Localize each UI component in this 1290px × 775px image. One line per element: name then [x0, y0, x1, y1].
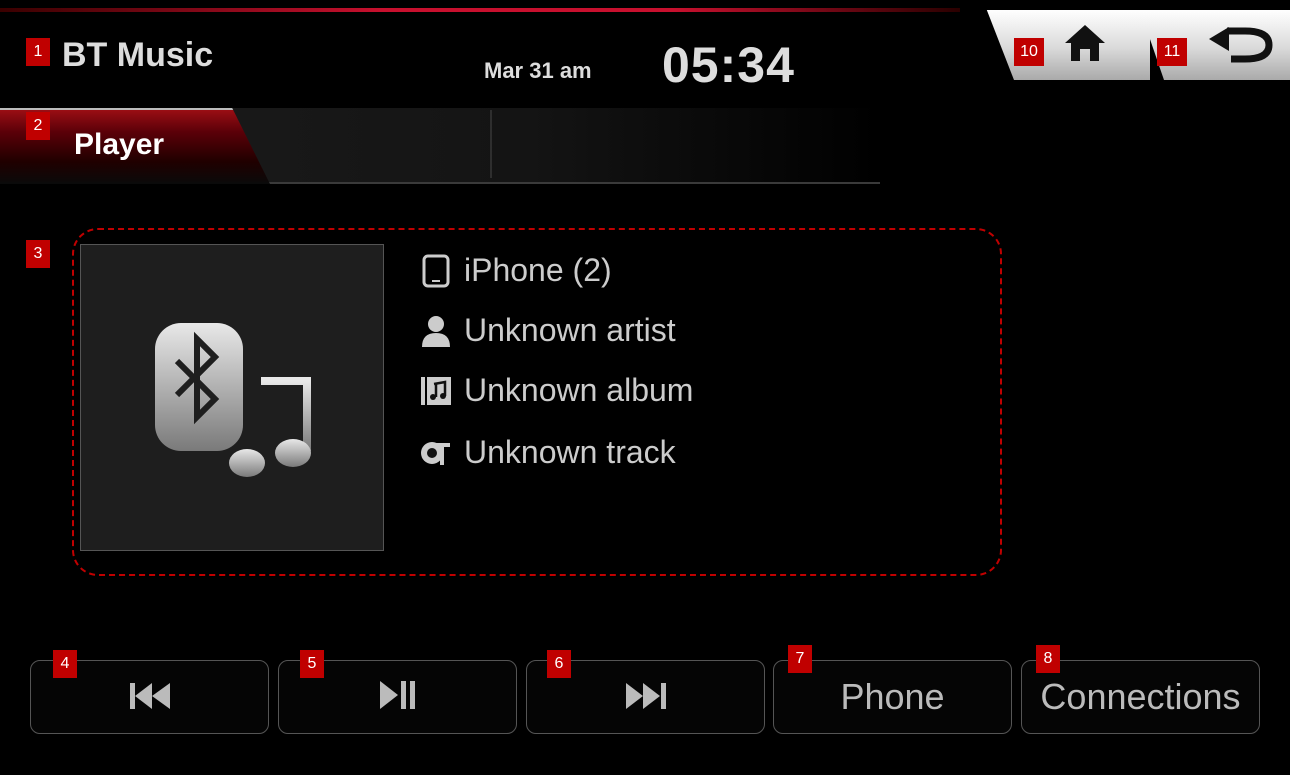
album-icon [420, 374, 452, 408]
home-icon [1063, 23, 1107, 68]
annotation-badge-3: 3 [26, 240, 50, 268]
clock: 05:34 [662, 37, 795, 93]
app-title: BT Music [62, 36, 214, 74]
album-name: Unknown album [464, 372, 694, 408]
annotation-badge-10: 10 [1014, 38, 1044, 66]
play-pause-icon [379, 676, 416, 718]
home-button[interactable] [986, 10, 1150, 80]
annotation-badge-11: 11 [1157, 38, 1187, 66]
person-icon [420, 314, 452, 348]
annotation-badge-8: 8 [1036, 645, 1060, 673]
phone-button-label: Phone [840, 676, 945, 717]
device-name: iPhone (2) [464, 252, 612, 288]
tab-divider [490, 110, 492, 178]
tablet-icon [420, 254, 452, 288]
artist-row: Unknown artist [420, 312, 676, 349]
track-title-icon [420, 436, 452, 470]
annotation-badge-1: 1 [26, 38, 50, 66]
back-arrow-icon [1205, 23, 1275, 68]
header-accent-line [0, 8, 960, 12]
annotation-badge-4: 4 [53, 650, 77, 678]
album-art [80, 244, 384, 551]
track-name: Unknown track [464, 434, 676, 470]
date-label: Mar 31 am [484, 58, 592, 83]
tab-player-label: Player [74, 128, 165, 161]
device-row: iPhone (2) [420, 252, 612, 289]
skip-next-icon [625, 676, 666, 718]
album-row: Unknown album [420, 372, 693, 409]
track-row: Unknown track [420, 434, 676, 471]
connections-button-label: Connections [1040, 676, 1241, 717]
bluetooth-music-icon [149, 315, 319, 490]
annotation-badge-5: 5 [300, 650, 324, 678]
annotation-badge-6: 6 [547, 650, 571, 678]
skip-previous-icon [129, 676, 170, 718]
annotation-badge-2: 2 [26, 112, 50, 140]
annotation-badge-7: 7 [788, 645, 812, 673]
artist-name: Unknown artist [464, 312, 676, 348]
